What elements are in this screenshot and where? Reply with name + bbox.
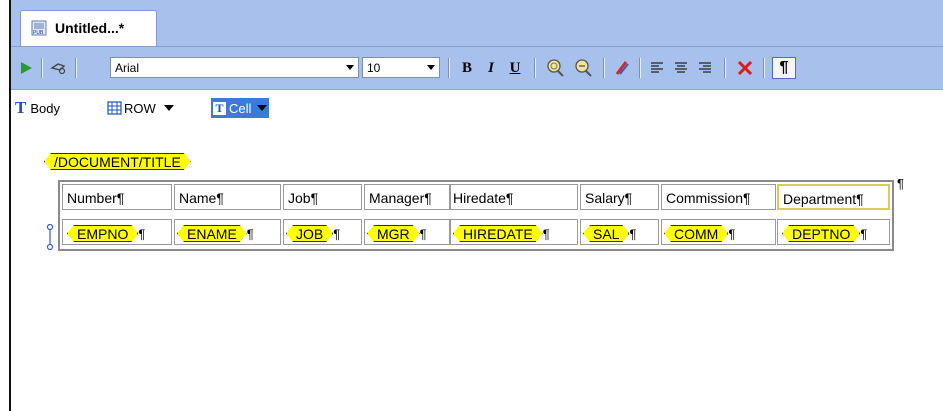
header-text: Department¶ [783,191,864,207]
header-cell-department[interactable]: Department¶ [777,184,890,210]
header-text: Salary¶ [585,190,633,206]
data-cell-sal[interactable]: SAL ¶ [580,219,659,245]
main-toolbar: Arial 10 B I U ¶ [11,47,943,90]
toolbar-separator [41,58,43,78]
find-button[interactable] [543,57,567,79]
header-cell-salary[interactable]: Salary¶ [580,184,659,210]
font-name-select[interactable]: Arial [110,57,359,78]
header-text: Job¶ [288,190,319,206]
header-cell-hiredate[interactable]: Hiredate¶ [450,184,578,210]
chevron-down-icon [257,105,268,111]
cell-t-icon: T [213,101,226,115]
font-size-select[interactable]: 10 [362,57,440,78]
text-t-icon: T [15,98,27,117]
align-right-icon [699,62,711,73]
show-formatting-toggle[interactable]: ¶ [772,57,796,79]
align-center-icon [675,62,687,73]
field-tag-mgr[interactable]: MGR [367,225,420,242]
zoom-icon [575,59,592,77]
table-end-pilcrow: ¶ [897,176,904,191]
body-label: Body [30,100,60,116]
align-center-button[interactable] [671,57,691,79]
underline-button[interactable]: U [505,57,525,79]
chevron-down-icon [163,105,174,111]
data-cell-deptno[interactable]: DEPTNO ¶ [777,219,890,245]
table-grid-icon [107,101,122,115]
document-title-tag[interactable]: /DOCUMENT/TITLE [44,153,191,170]
field-tag-deptno[interactable]: DEPTNO [782,225,860,242]
header-text: Commission¶ [666,190,751,206]
delete-button[interactable] [733,57,757,79]
delete-icon [737,60,753,76]
pilcrow-mark: ¶ [542,226,550,242]
tool-icon [50,63,66,75]
header-text: Name¶ [179,190,224,206]
pilcrow-mark: ¶ [138,226,146,242]
header-text: Number¶ [67,190,125,206]
run-icon [21,62,32,74]
data-cell-hiredate[interactable]: HIREDATE ¶ [450,219,578,245]
cell-label: Cell [229,100,252,116]
publisher-document-icon: PUB [31,20,47,36]
bold-button[interactable]: B [457,57,477,79]
field-tag-comm[interactable]: COMM [664,225,728,242]
toolbar-separator [603,58,605,78]
document-tab-strip: PUB Untitled...* [11,0,943,47]
highlighter-button[interactable] [611,57,633,79]
data-cell-empno[interactable]: EMPNO ¶ [62,219,172,245]
left-margin-bar [0,0,11,411]
pilcrow-mark: ¶ [419,226,427,242]
toolbar-separator [639,58,641,78]
italic-button[interactable]: I [481,57,501,79]
align-right-button[interactable] [695,57,715,79]
header-cell-name[interactable]: Name¶ [174,184,281,210]
data-cell-comm[interactable]: COMM ¶ [661,219,776,245]
pilcrow-mark: ¶ [860,226,868,242]
pilcrow-mark: ¶ [629,226,637,242]
font-size-value: 10 [367,61,381,75]
pilcrow-mark: ¶ [333,226,341,242]
chevron-down-icon [346,65,354,70]
tool-button[interactable] [47,57,71,79]
employee-table: Number¶ Name¶ Job¶ Manager¶ Hiredate¶ Sa… [58,180,894,251]
toolbar-separator [75,58,77,78]
find-icon [547,59,564,77]
header-text: Hiredate¶ [453,190,514,206]
font-name-value: Arial [115,61,140,75]
header-cell-job[interactable]: Job¶ [283,184,362,210]
field-tag-empno[interactable]: EMPNO [67,225,138,242]
row-label: ROW [124,100,156,116]
document-tab[interactable]: PUB Untitled...* [20,10,157,46]
align-left-icon [651,62,663,73]
field-tag-ename[interactable]: ENAME [177,225,247,242]
run-button[interactable] [15,57,37,79]
header-cell-manager[interactable]: Manager¶ [364,184,450,210]
pilcrow-mark: ¶ [728,226,736,242]
svg-text:PUB: PUB [33,30,44,36]
toolbar-separator [448,58,450,78]
header-text: Manager¶ [369,190,432,206]
highlighter-icon [615,61,629,75]
field-tag-hiredate[interactable]: HIREDATE [453,225,543,242]
element-path-bar: T Body ROW T Cell [11,90,943,126]
field-tag-sal[interactable]: SAL [583,225,629,242]
header-cell-number[interactable]: Number¶ [62,184,172,210]
data-cell-mgr[interactable]: MGR ¶ [364,219,450,245]
header-cell-commission[interactable]: Commission¶ [661,184,776,210]
cell-element-button[interactable]: T Cell [211,98,270,118]
body-element-button[interactable]: T Body [15,98,60,118]
pilcrow-mark: ¶ [246,226,254,242]
document-tab-label: Untitled...* [55,20,125,36]
field-tag-job[interactable]: JOB [286,225,333,242]
align-left-button[interactable] [647,57,667,79]
row-drag-handle-icon[interactable] [46,224,54,250]
row-element-button[interactable]: ROW [107,98,174,118]
toolbar-separator [724,58,726,78]
chevron-down-icon [427,65,435,70]
toolbar-separator [763,58,765,78]
data-cell-job[interactable]: JOB ¶ [283,219,362,245]
zoom-button[interactable] [571,57,595,79]
toolbar-separator [534,58,536,78]
data-cell-ename[interactable]: ENAME ¶ [174,219,281,245]
